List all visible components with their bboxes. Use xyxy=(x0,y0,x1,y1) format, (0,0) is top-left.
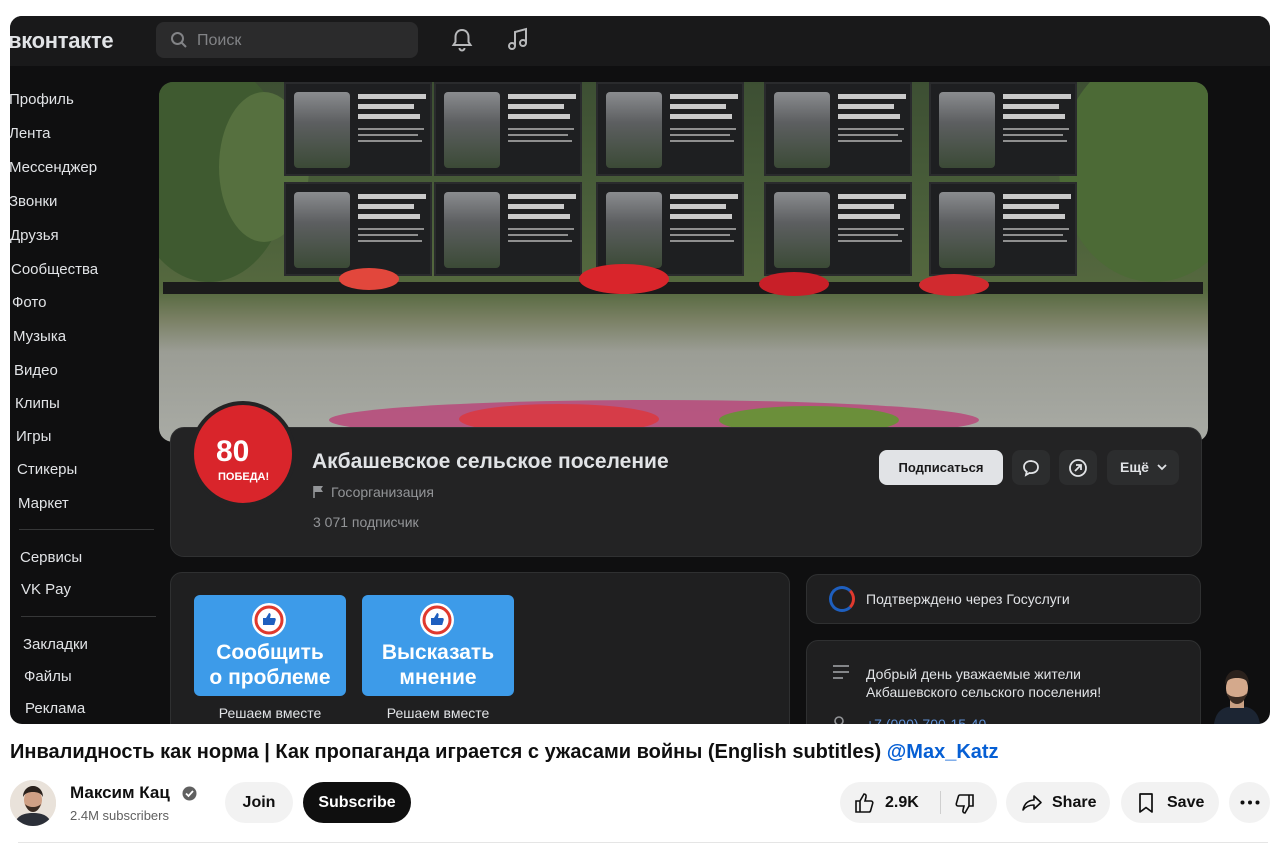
vk-header: вконтакте Поиск xyxy=(10,16,1270,66)
tile-caption: Решаем вместе xyxy=(386,705,490,721)
info-text-line2: Акбашевского сельского поселения! xyxy=(866,684,1102,700)
sidebar-item-bookmarks: Закладки xyxy=(23,636,88,653)
section-divider xyxy=(18,842,1268,843)
info-text-line1: Добрый день уважаемые жители xyxy=(866,666,1081,682)
more-dots-icon xyxy=(1240,800,1260,805)
share-opinion-tile: Высказать мнение xyxy=(362,595,514,696)
thumbs-down-icon[interactable] xyxy=(952,792,976,816)
save-label: Save xyxy=(1167,794,1205,811)
share-arrow-icon xyxy=(1069,459,1087,477)
vk-logo: вконтакте xyxy=(10,28,114,53)
sidebar-item-friends: Друзья xyxy=(10,227,59,244)
sidebar-item-music: Музыка xyxy=(13,328,67,345)
share-group-button xyxy=(1059,450,1097,485)
sidebar-item-video: Видео xyxy=(14,362,58,379)
report-problem-tile: Сообщить о проблеме xyxy=(194,595,346,696)
like-count[interactable]: 2.9K xyxy=(885,782,919,823)
sidebar-item-clips: Клипы xyxy=(15,395,60,412)
sidebar-item-services: Сервисы xyxy=(20,549,83,566)
group-name: Акбашевское сельское поселение xyxy=(312,450,669,473)
gosuslugi-like-icon xyxy=(420,603,454,637)
channel-name[interactable]: Максим Кац xyxy=(70,783,170,803)
sidebar-item-calls: Звонки xyxy=(10,193,58,210)
sidebar-item-photos: Фото xyxy=(12,294,47,311)
vk-search-placeholder: Поиск xyxy=(197,32,242,49)
sidebar-item-stickers: Стикеры xyxy=(17,461,78,478)
thumbs-up-icon[interactable] xyxy=(853,791,877,815)
join-button[interactable]: Join xyxy=(225,782,293,823)
phone-icon xyxy=(834,716,844,724)
sidebar-item-communities: Сообщества xyxy=(11,261,99,278)
tile-line1: Сообщить xyxy=(216,641,324,664)
sidebar-item-vkpay: VK Pay xyxy=(21,581,72,598)
like-divider xyxy=(940,791,941,814)
vk-search-input: Поиск xyxy=(156,22,418,58)
description-lines-icon xyxy=(833,665,849,679)
gosuslugi-icon xyxy=(829,586,855,612)
flag-icon xyxy=(313,486,323,498)
channel-avatar[interactable] xyxy=(10,780,56,826)
group-type: Госорганизация xyxy=(331,484,434,500)
message-button xyxy=(1012,450,1050,485)
channel-handle-link[interactable]: @Max_Katz xyxy=(887,741,999,763)
presenter-thumbnail xyxy=(1214,670,1260,724)
info-card xyxy=(806,640,1201,724)
chat-bubble-icon xyxy=(1023,460,1039,477)
group-cover-image xyxy=(159,82,1208,442)
more-actions-button[interactable] xyxy=(1229,782,1270,823)
channel-avatar-image xyxy=(10,780,56,826)
search-icon xyxy=(171,32,187,48)
share-button[interactable]: Share xyxy=(1006,782,1110,823)
gosuslugi-like-icon xyxy=(252,603,286,637)
group-subscribe-button: Подписаться xyxy=(879,450,1003,485)
sidebar-item-games: Игры xyxy=(16,428,52,445)
info-phone: +7 (000) 700-15-40 xyxy=(866,716,987,724)
sidebar-item-ads: Реклама xyxy=(25,700,86,717)
group-subscribers: 3 071 подписчик xyxy=(313,514,419,530)
verified-text: Подтверждено через Госуслуги xyxy=(866,591,1070,607)
group-more-button: Ещё xyxy=(1107,450,1179,485)
sidebar-divider xyxy=(21,616,156,617)
music-note-icon xyxy=(508,27,527,50)
avatar-number: 80 xyxy=(216,435,250,468)
more-label: Ещё xyxy=(1120,459,1149,475)
share-icon xyxy=(1022,795,1042,811)
avatar-text: ПОБЕДА! xyxy=(218,471,270,483)
tile-line2: о проблеме xyxy=(209,666,331,689)
bookmark-icon xyxy=(1139,793,1153,813)
sidebar-item-files: Файлы xyxy=(24,668,72,685)
channel-subscribers: 2.4M subscribers xyxy=(70,808,169,823)
video-player[interactable]: вконтакте Поиск Профиль Лента Мессенджер… xyxy=(10,16,1270,724)
tile-line2: мнение xyxy=(399,666,477,689)
share-label: Share xyxy=(1052,794,1097,811)
video-title-text: Инвалидность как норма | Как пропаганда … xyxy=(10,741,882,763)
tile-line1: Высказать xyxy=(381,641,495,664)
sidebar-item-messenger: Мессенджер xyxy=(10,159,98,176)
chevron-down-icon xyxy=(1157,464,1167,471)
bell-icon xyxy=(451,28,473,52)
video-title: Инвалидность как норма | Как пропаганда … xyxy=(10,741,999,764)
tile-caption: Решаем вместе xyxy=(218,705,322,721)
sidebar-item-feed: Лента xyxy=(10,125,51,142)
sidebar-item-profile: Профиль xyxy=(10,91,74,108)
subscribe-button[interactable]: Subscribe xyxy=(303,782,411,823)
group-avatar: 80 ПОБЕДА! xyxy=(190,401,296,507)
sidebar-divider xyxy=(19,529,154,530)
verified-check-icon xyxy=(182,786,197,801)
like-dislike-group: 2.9K xyxy=(840,782,997,823)
save-button[interactable]: Save xyxy=(1121,782,1219,823)
sidebar-item-market: Маркет xyxy=(18,495,69,512)
